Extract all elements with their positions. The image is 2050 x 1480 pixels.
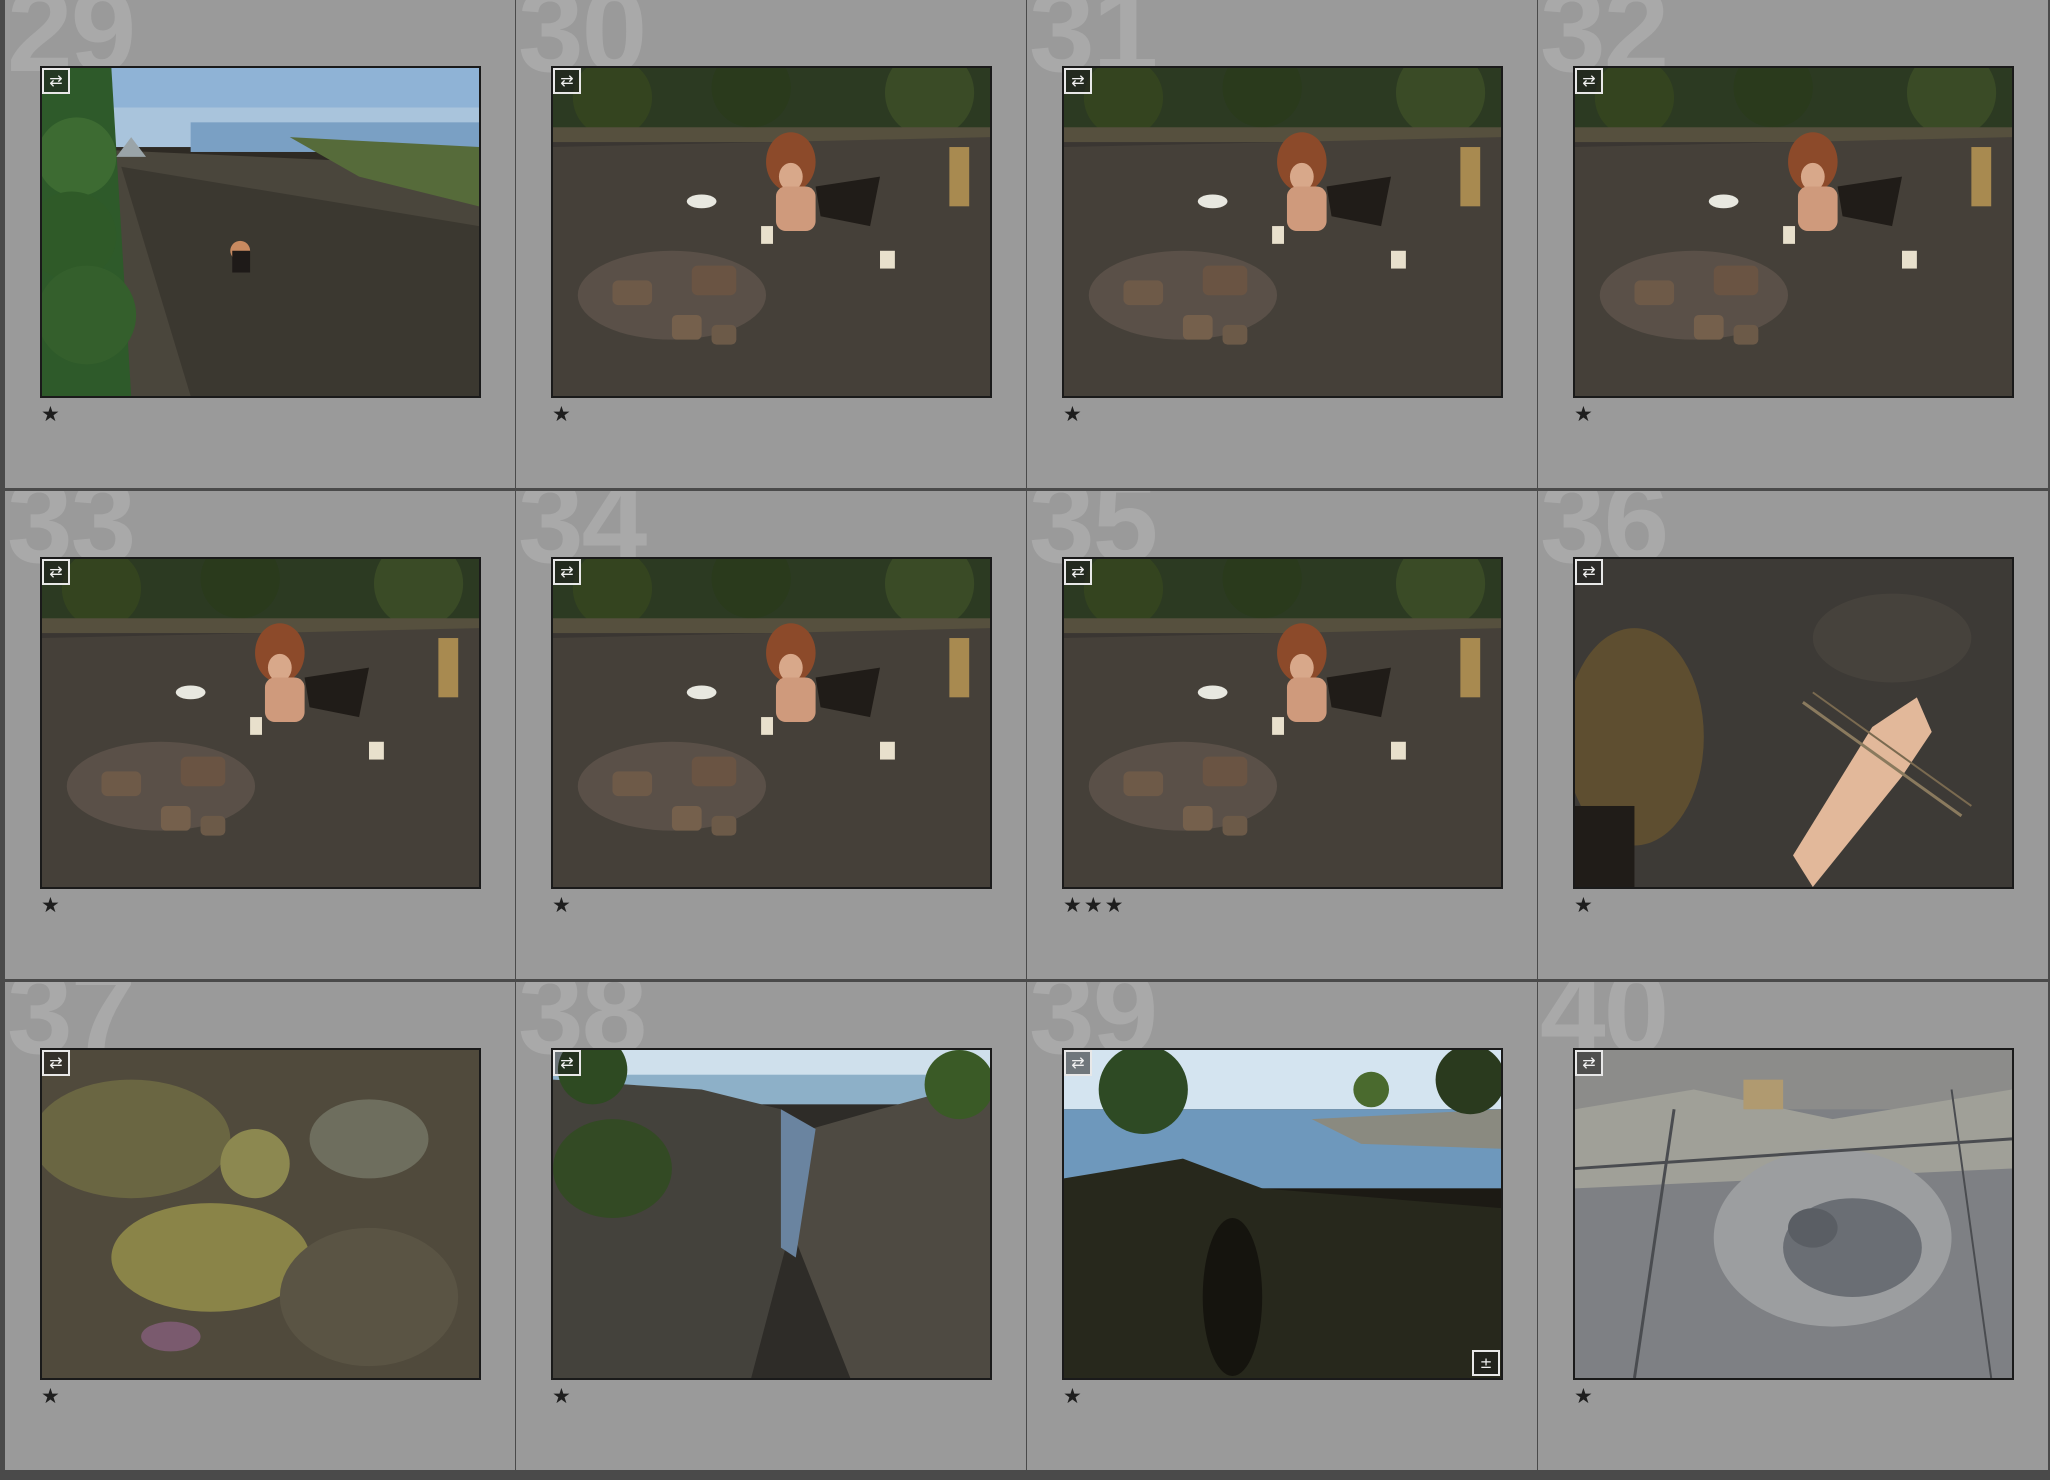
- photo-thumbnail[interactable]: [1573, 1048, 2014, 1380]
- sync-settings-icon[interactable]: ⇄: [553, 1050, 581, 1076]
- photo-thumbnail[interactable]: [40, 66, 481, 398]
- grid-cell-34[interactable]: 34 ⇄ ★: [516, 491, 1026, 979]
- develop-adjustments-icon[interactable]: ±: [1472, 1350, 1500, 1376]
- star-rating[interactable]: ★: [1574, 893, 1595, 917]
- grid-cell-32[interactable]: 32 ⇄ ★: [1538, 0, 2048, 488]
- star-rating[interactable]: ★: [1063, 1384, 1084, 1408]
- star-rating[interactable]: ★: [1063, 402, 1084, 426]
- grid-cell-30[interactable]: 30 ⇄ ★: [516, 0, 1026, 488]
- star-rating[interactable]: ★: [1574, 402, 1595, 426]
- photo-thumbnail[interactable]: [551, 66, 992, 398]
- star-rating[interactable]: ★★★: [1063, 893, 1125, 917]
- star-rating[interactable]: ★: [41, 1384, 62, 1408]
- grid-cell-40[interactable]: 40 ⇄ ★: [1538, 982, 2048, 1470]
- grid-cell-35[interactable]: 35 ⇄ ★★★: [1027, 491, 1537, 979]
- sync-settings-icon[interactable]: ⇄: [553, 559, 581, 585]
- photo-thumbnail[interactable]: [1573, 557, 2014, 889]
- sync-settings-icon[interactable]: ⇄: [1064, 68, 1092, 94]
- filmstrip-grid: 29 ⇄ ★ 30 ⇄ ★ 31 ⇄ ★ 32 ⇄ ★ 33 ⇄ ★ 34 ⇄ …: [0, 0, 2050, 1480]
- sync-settings-icon[interactable]: ⇄: [1575, 559, 1603, 585]
- grid-cell-31[interactable]: 31 ⇄ ★: [1027, 0, 1537, 488]
- grid-cell-39[interactable]: 39 ⇄ ± ★: [1027, 982, 1537, 1470]
- star-rating[interactable]: ★: [41, 402, 62, 426]
- grid-cell-29[interactable]: 29 ⇄ ★: [5, 0, 515, 488]
- sync-settings-icon[interactable]: ⇄: [553, 68, 581, 94]
- grid-cell-36[interactable]: 36 ⇄ ★: [1538, 491, 2048, 979]
- sync-settings-icon[interactable]: ⇄: [42, 559, 70, 585]
- sync-settings-icon[interactable]: ⇄: [1064, 559, 1092, 585]
- star-rating[interactable]: ★: [41, 893, 62, 917]
- sync-settings-icon[interactable]: ⇄: [1575, 68, 1603, 94]
- sync-settings-icon[interactable]: ⇄: [42, 1050, 70, 1076]
- photo-thumbnail[interactable]: [551, 557, 992, 889]
- sync-settings-icon[interactable]: ⇄: [1575, 1050, 1603, 1076]
- photo-thumbnail[interactable]: [40, 1048, 481, 1380]
- grid-cell-33[interactable]: 33 ⇄ ★: [5, 491, 515, 979]
- photo-thumbnail[interactable]: [1062, 1048, 1503, 1380]
- photo-thumbnail[interactable]: [1062, 66, 1503, 398]
- grid-cell-37[interactable]: 37 ⇄ ★: [5, 982, 515, 1470]
- sync-settings-icon[interactable]: ⇄: [1064, 1050, 1092, 1076]
- photo-thumbnail[interactable]: [551, 1048, 992, 1380]
- sync-settings-icon[interactable]: ⇄: [42, 68, 70, 94]
- star-rating[interactable]: ★: [552, 1384, 573, 1408]
- star-rating[interactable]: ★: [552, 402, 573, 426]
- star-rating[interactable]: ★: [1574, 1384, 1595, 1408]
- photo-thumbnail[interactable]: [1062, 557, 1503, 889]
- photo-thumbnail[interactable]: [1573, 66, 2014, 398]
- grid-cell-38[interactable]: 38 ⇄ ★: [516, 982, 1026, 1470]
- photo-thumbnail[interactable]: [40, 557, 481, 889]
- star-rating[interactable]: ★: [552, 893, 573, 917]
